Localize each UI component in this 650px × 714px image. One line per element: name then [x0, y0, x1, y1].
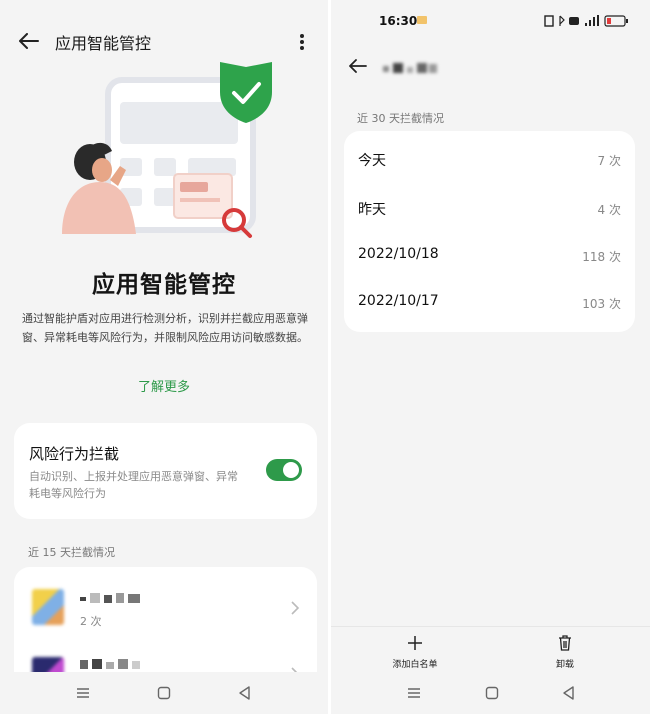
interception-stats-card: 今天 7 次 昨天 4 次 2022/10/18 118 次 2022/10/1… [344, 131, 635, 332]
bottom-action-bar: 添加白名单 卸载 [331, 626, 650, 672]
plus-icon [408, 636, 422, 650]
hero-title: 应用智能管控 [92, 272, 236, 298]
menu-nav-icon[interactable] [74, 684, 92, 702]
back-arrow-icon[interactable] [14, 26, 44, 56]
page-title: ▪▫▪▫▪ [383, 60, 439, 74]
status-bar: 16:30 [331, 0, 650, 40]
stat-value: 103 次 [582, 297, 621, 311]
left-screen: 应用智能管控 应用智能管控 通过智能护盾对应用进行检测分析，识别并拦截应用恶意弹… [0, 0, 328, 714]
uninstall-button[interactable]: 卸载 [525, 635, 605, 670]
hero-description: 通过智能护盾对应用进行检测分析，识别并拦截应用恶意弹窗、异常耗电等风险行为，并限… [22, 312, 308, 344]
home-nav-icon[interactable] [483, 684, 501, 702]
back-nav-icon[interactable] [236, 684, 254, 702]
stat-row-2022-10-17: 2022/10/17 103 次 [344, 279, 635, 327]
status-time: 16:30 [379, 14, 418, 28]
risk-interception-title: 风险行为拦截 [29, 445, 120, 463]
app-name: ▪▫▪▪▫ [80, 591, 150, 605]
system-nav-bar [0, 672, 328, 714]
back-nav-icon[interactable] [560, 684, 578, 702]
stat-row-today: 今天 7 次 [344, 136, 635, 184]
add-whitelist-button[interactable]: 添加白名单 [375, 635, 455, 670]
learn-more-link[interactable]: 了解更多 [0, 376, 328, 395]
stat-row-2022-10-18: 2022/10/18 118 次 [344, 232, 635, 280]
section-title-30-days: 近 30 天拦截情况 [357, 112, 444, 125]
risk-interception-card: 风险行为拦截 自动识别、上报并处理应用恶意弹窗、异常耗电等风险行为 [14, 423, 317, 519]
app-count: 2 次 [80, 615, 102, 628]
app-name: ▪▪▫▪▫ [80, 657, 150, 671]
notification-icon [417, 16, 427, 24]
stat-label: 昨天 [358, 202, 386, 218]
trash-icon [559, 635, 571, 651]
toggle-knob [283, 462, 299, 478]
stat-label: 2022/10/17 [358, 293, 439, 309]
right-screen: 16:30 ▪▫▪▫▪ 近 30 天拦截情况 今天 7 次 昨天 [331, 0, 650, 714]
stat-value: 4 次 [597, 203, 621, 217]
list-item[interactable]: ▪▫▪▪▫ 2 次 [14, 577, 317, 637]
status-icons [543, 13, 633, 32]
risk-interception-description: 自动识别、上报并处理应用恶意弹窗、异常耗电等风险行为 [29, 470, 238, 500]
section-title-15-days: 近 15 天拦截情况 [28, 546, 115, 559]
add-whitelist-label: 添加白名单 [392, 660, 438, 670]
home-nav-icon[interactable] [155, 684, 173, 702]
chevron-right-icon [288, 599, 302, 617]
system-nav-bar [331, 672, 650, 714]
more-menu-icon[interactable] [290, 27, 314, 57]
app-icon [32, 589, 64, 625]
back-arrow-icon[interactable] [343, 51, 373, 81]
hero-illustration [60, 62, 280, 252]
menu-nav-icon[interactable] [405, 684, 423, 702]
stat-row-yesterday: 昨天 4 次 [344, 185, 635, 233]
risk-interception-toggle[interactable] [266, 459, 302, 481]
stat-label: 今天 [358, 153, 386, 169]
stat-value: 118 次 [582, 250, 621, 264]
stat-value: 7 次 [597, 154, 621, 168]
uninstall-label: 卸载 [555, 660, 574, 670]
stat-label: 2022/10/18 [358, 246, 439, 262]
page-title: 应用智能管控 [55, 34, 152, 53]
